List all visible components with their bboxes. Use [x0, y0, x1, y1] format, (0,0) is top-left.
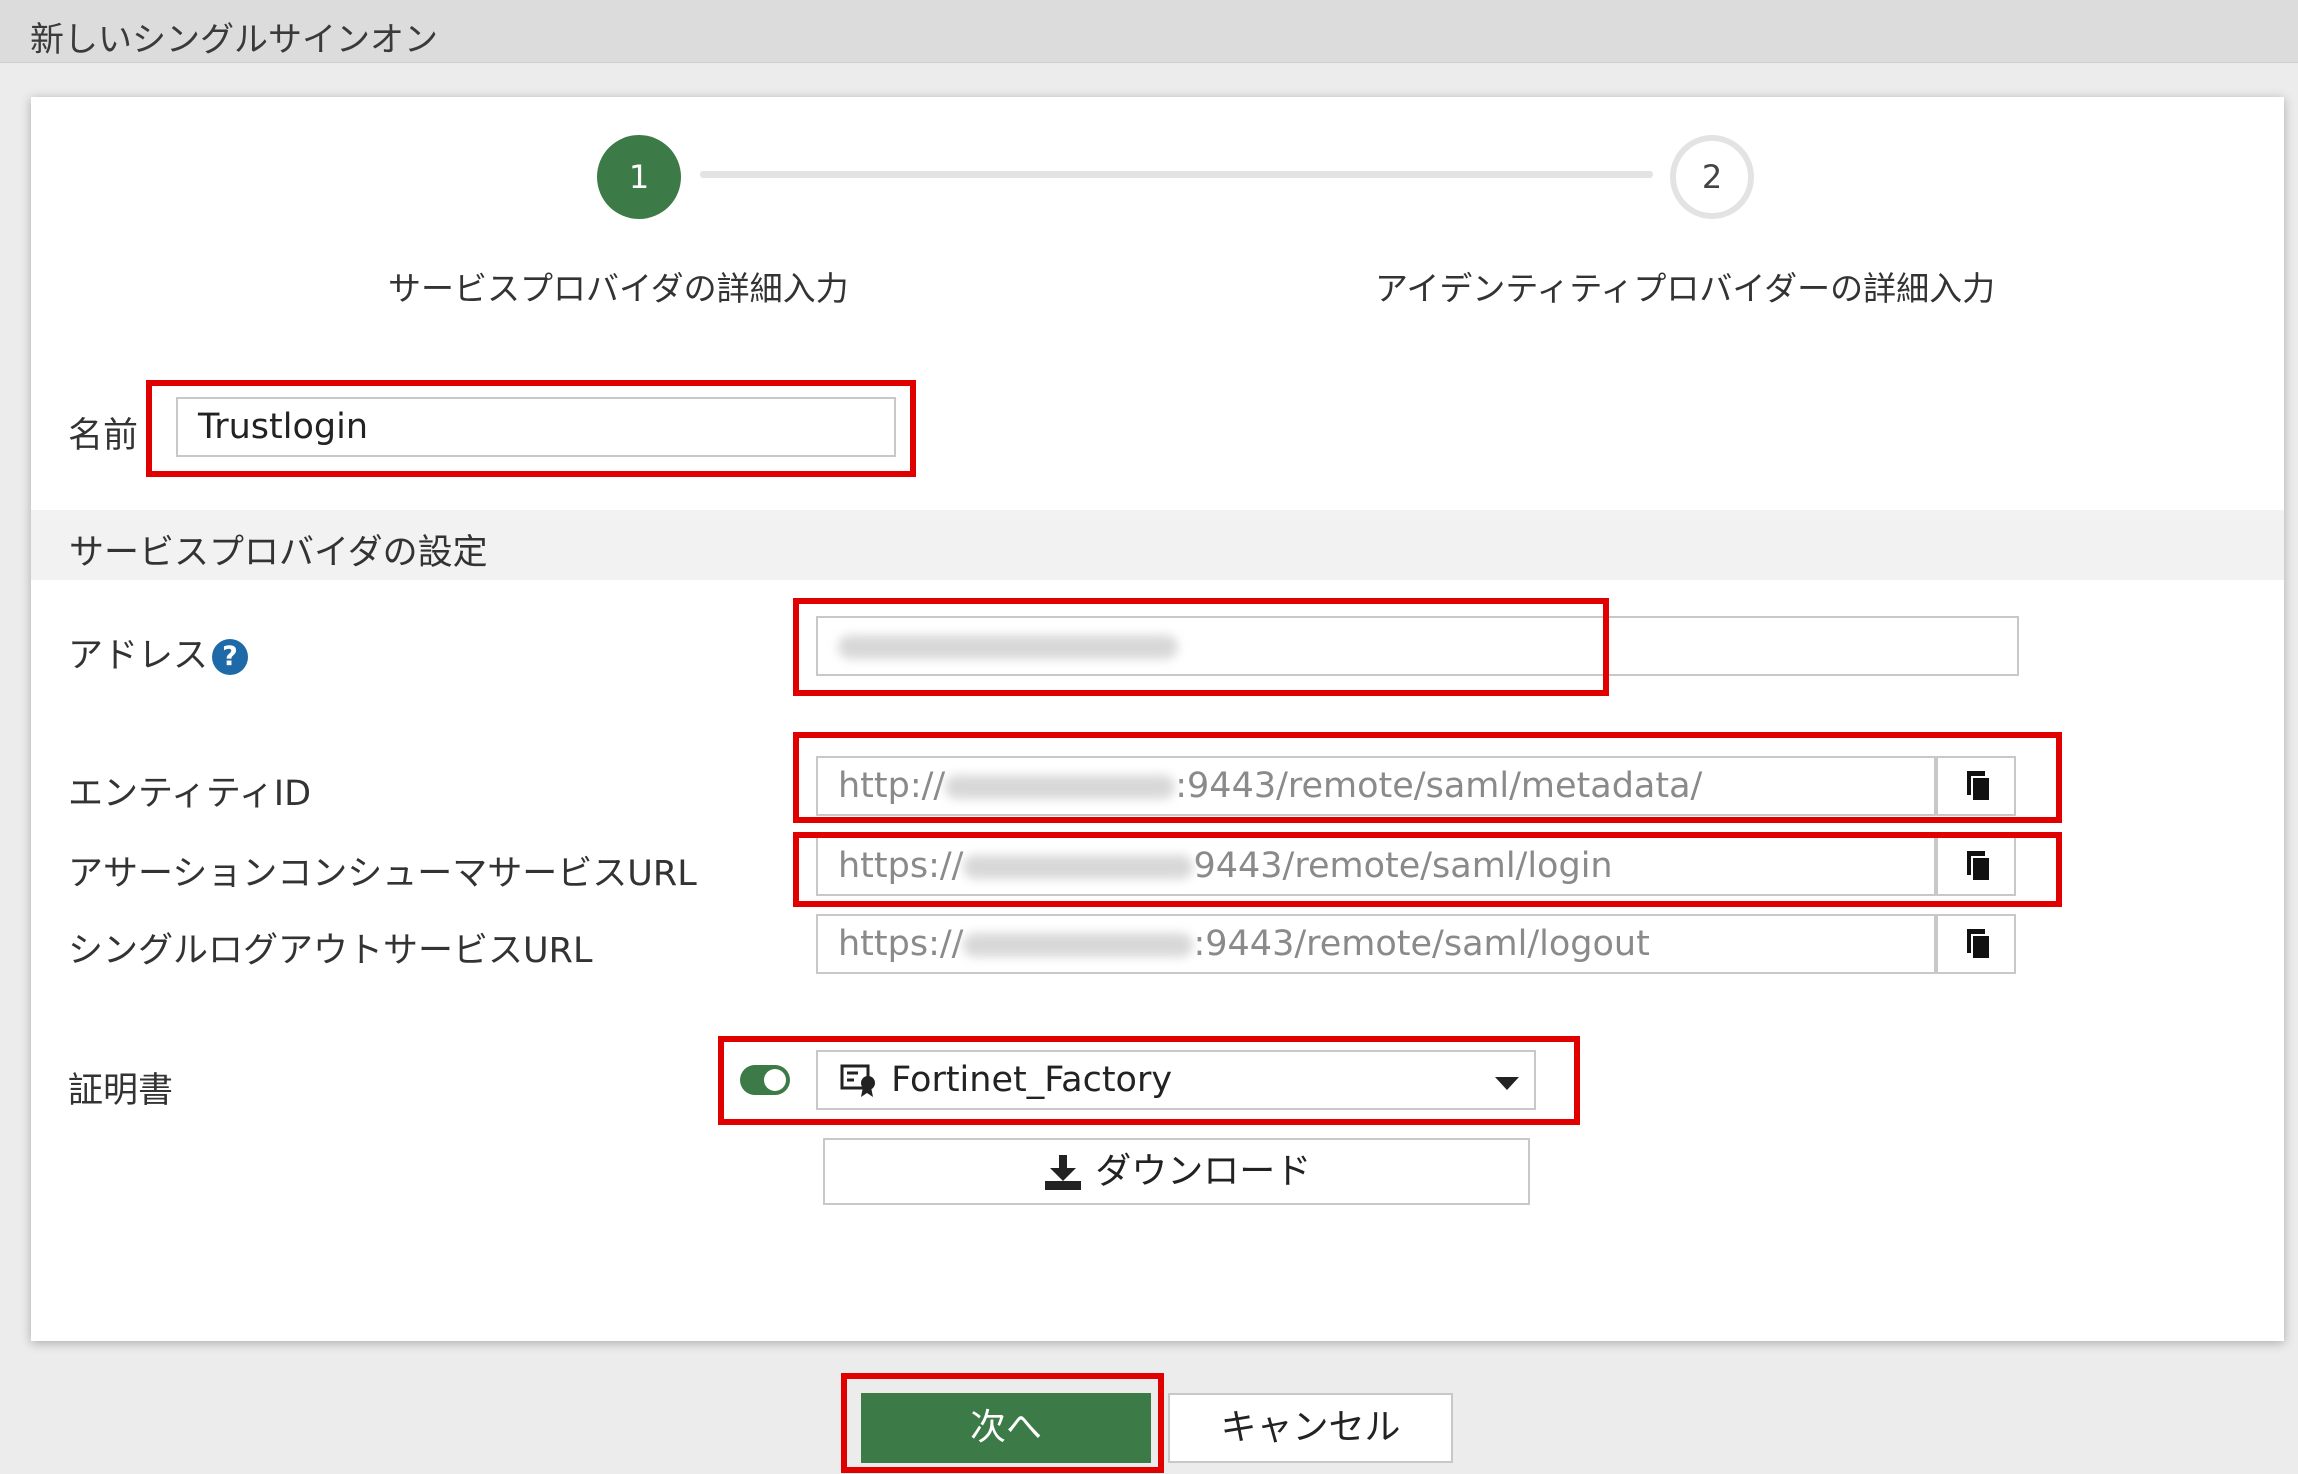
download-label: ダウンロード [1095, 1151, 1312, 1192]
section-header: サービスプロバイダの設定 [31, 510, 2284, 580]
name-label: 名前 [68, 416, 139, 456]
slo-url-prefix: https:// [838, 924, 964, 964]
highlight-name [146, 380, 916, 477]
cancel-button[interactable]: キャンセル [1168, 1393, 1453, 1463]
entity-id-label: エンティティID [68, 774, 312, 814]
step-connector [700, 171, 1653, 178]
dialog-title: 新しいシングルサインオン [30, 20, 438, 60]
slo-url-field[interactable]: https:// :9443/remote/saml/logout [816, 914, 1936, 974]
address-label: アドレス? [68, 627, 249, 678]
copy-icon [1967, 929, 1991, 960]
download-button[interactable]: ダウンロード [823, 1138, 1530, 1205]
question-circle-icon[interactable]: ? [212, 639, 249, 675]
slo-url-label: シングルログアウトサービスURL [68, 931, 593, 971]
step-1-indicator: 1 [597, 135, 681, 219]
highlight-certificate [718, 1036, 1580, 1125]
dialog-title-bar: 新しいシングルサインオン [0, 0, 2298, 63]
slo-url-suffix: :9443/remote/saml/logout [1193, 924, 1650, 964]
highlight-entity-id [793, 732, 2062, 823]
copy-slo-url-button[interactable] [1936, 914, 2016, 974]
step-2-label: アイデンティティプロバイダーの詳細入力 [1375, 269, 1996, 308]
download-icon [1044, 1155, 1081, 1190]
highlight-acs-url [793, 832, 2062, 907]
acs-url-label: アサーションコンシューマサービスURL [68, 854, 697, 894]
step-1-label: サービスプロバイダの詳細入力 [388, 269, 849, 308]
redacted-host [963, 933, 1194, 957]
highlight-address [793, 598, 1609, 696]
highlight-next [841, 1373, 1164, 1473]
step-2-indicator: 2 [1670, 135, 1754, 219]
section-title: サービスプロバイダの設定 [69, 533, 488, 573]
address-label-text: アドレス [68, 636, 209, 676]
certificate-label: 証明書 [68, 1071, 174, 1111]
